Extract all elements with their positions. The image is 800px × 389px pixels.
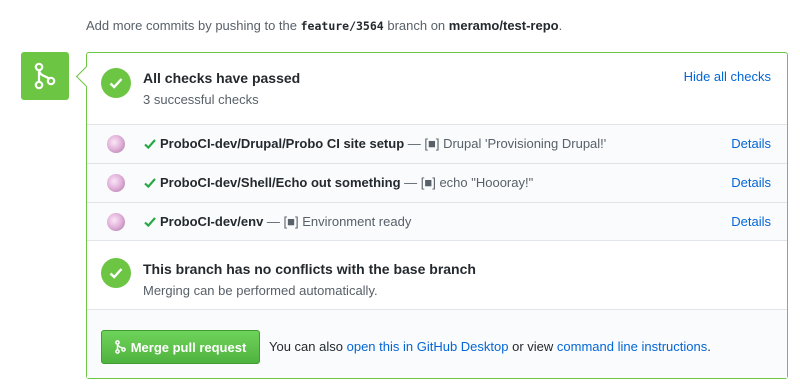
command-line-instructions-link[interactable]: command line instructions bbox=[557, 339, 707, 354]
details-link[interactable]: Details bbox=[731, 214, 771, 229]
check-text: ProboCI-dev/env — [■] Environment ready bbox=[160, 214, 411, 229]
check-context: ProboCI-dev/Shell/Echo out something bbox=[160, 175, 401, 190]
check-description: — [■] echo "Hoooray!" bbox=[404, 175, 534, 190]
push-note-suffix: . bbox=[558, 18, 563, 33]
check-icon bbox=[144, 139, 156, 150]
avatar bbox=[107, 213, 125, 231]
details-link[interactable]: Details bbox=[731, 175, 771, 190]
merge-alt-suffix: . bbox=[707, 339, 711, 354]
merge-alt-prefix: You can also bbox=[269, 339, 343, 354]
conflicts-subtitle: Merging can be performed automatically. bbox=[143, 283, 378, 298]
avatar bbox=[107, 174, 125, 192]
push-note-prefix: Add more commits by pushing to the bbox=[86, 18, 297, 33]
check-row: ProboCI-dev/Shell/Echo out something — [… bbox=[87, 163, 787, 202]
push-instructions: Add more commits by pushing to the featu… bbox=[86, 18, 562, 33]
check-context: ProboCI-dev/Drupal/Probo CI site setup bbox=[160, 136, 405, 151]
merge-status-box: All checks have passed 3 successful chec… bbox=[86, 52, 788, 379]
check-description: — [■] Drupal 'Provisioning Drupal!' bbox=[407, 136, 607, 151]
conflicts-title: This branch has no conflicts with the ba… bbox=[143, 261, 476, 277]
check-text: ProboCI-dev/Shell/Echo out something — [… bbox=[160, 175, 533, 190]
avatar bbox=[107, 135, 125, 153]
success-check-icon bbox=[101, 68, 131, 98]
merge-pull-request-button[interactable]: Merge pull request bbox=[101, 330, 260, 364]
checks-list: ProboCI-dev/Drupal/Probo CI site setup —… bbox=[87, 124, 787, 241]
checks-count: 3 successful checks bbox=[143, 92, 259, 107]
check-description: — [■] Environment ready bbox=[266, 214, 412, 229]
merge-footer: Merge pull request You can also open thi… bbox=[87, 309, 787, 378]
open-github-desktop-link[interactable]: open this in GitHub Desktop bbox=[347, 339, 509, 354]
checks-title: All checks have passed bbox=[143, 70, 301, 86]
repo-name: meramo/test-repo bbox=[448, 18, 559, 33]
check-row: ProboCI-dev/env — [■] Environment ready … bbox=[87, 202, 787, 241]
push-note-middle: branch on bbox=[387, 18, 446, 33]
branch-name: feature/3564 bbox=[300, 19, 384, 33]
check-text: ProboCI-dev/Drupal/Probo CI site setup —… bbox=[160, 136, 606, 151]
check-icon bbox=[144, 178, 156, 189]
check-row: ProboCI-dev/Drupal/Probo CI site setup —… bbox=[87, 124, 787, 163]
merge-button-label: Merge pull request bbox=[130, 339, 247, 355]
details-link[interactable]: Details bbox=[731, 136, 771, 151]
no-conflicts-check-icon bbox=[101, 258, 131, 288]
check-icon bbox=[144, 217, 156, 228]
git-merge-icon bbox=[114, 340, 126, 354]
hide-all-checks-link[interactable]: Hide all checks bbox=[684, 69, 771, 84]
git-merge-icon bbox=[21, 52, 69, 100]
merge-alternatives: You can also open this in GitHub Desktop… bbox=[269, 339, 711, 354]
check-context: ProboCI-dev/env bbox=[160, 214, 264, 229]
merge-alt-middle: or view bbox=[512, 339, 554, 354]
